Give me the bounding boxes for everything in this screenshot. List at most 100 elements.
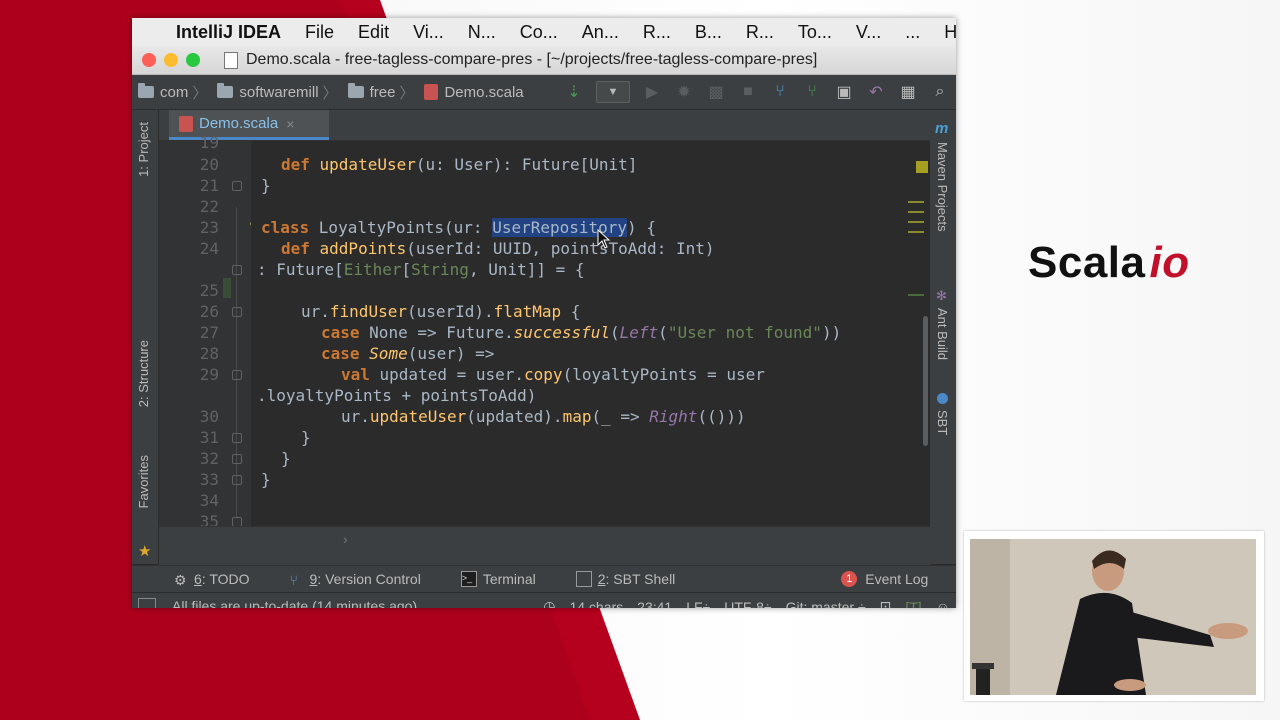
- ant-build-tool-button[interactable]: Ant Build: [935, 308, 950, 360]
- edit-mode-indicator[interactable]: [T]: [905, 599, 921, 609]
- vcs-commit-icon[interactable]: ⑂: [802, 82, 822, 102]
- logo-text: Scala: [1028, 238, 1146, 287]
- fold-marker[interactable]: [232, 307, 242, 317]
- menu-refactor[interactable]: R...: [643, 22, 671, 43]
- line-separator[interactable]: LF÷: [686, 599, 710, 609]
- structure-tool-button[interactable]: 2: Structure: [136, 340, 151, 407]
- breadcrumb-softwaremill[interactable]: softwaremill: [217, 83, 319, 101]
- todo-tool-button[interactable]: ⚙ 6: TODO: [174, 571, 250, 588]
- speaker-video-frame: [970, 539, 1256, 695]
- menu-analyze[interactable]: An...: [582, 22, 619, 43]
- breadcrumb-com[interactable]: com: [138, 83, 188, 101]
- inspection-icon[interactable]: ◷: [543, 598, 555, 608]
- menu-vcs[interactable]: V...: [856, 22, 881, 43]
- breadcrumb-label: free: [369, 83, 396, 101]
- status-widgets: ◷ 14 chars 23:41 LF÷ UTF-8÷ Git: master …: [543, 598, 950, 608]
- menu-run[interactable]: R...: [746, 22, 774, 43]
- menu-app-name[interactable]: IntelliJ IDEA: [176, 22, 281, 43]
- fold-marker[interactable]: [232, 475, 242, 485]
- search-icon[interactable]: ⌕: [930, 82, 950, 102]
- code-line-20: def updateUser(u: User): Future[Unit]: [281, 155, 638, 174]
- code-line-27: case None => Future.successful(Left("Use…: [321, 323, 842, 342]
- zoom-window-button[interactable]: [186, 53, 200, 67]
- menu-tools[interactable]: To...: [798, 22, 832, 43]
- code-line-31: }: [301, 428, 311, 447]
- terminal-tool-button[interactable]: >_ Terminal: [460, 571, 536, 587]
- file-encoding[interactable]: UTF-8÷: [724, 599, 771, 609]
- menu-code[interactable]: Co...: [520, 22, 558, 43]
- git-branch[interactable]: Git: master ÷: [786, 599, 866, 609]
- fold-marker[interactable]: [232, 265, 242, 275]
- breadcrumb-demo-scala[interactable]: Demo.scala: [424, 84, 524, 101]
- menu-file[interactable]: File: [305, 22, 334, 43]
- speaker-video: [964, 531, 1264, 701]
- sort-icon[interactable]: ⇣: [564, 82, 584, 102]
- todo-icon: ⚙: [174, 572, 187, 588]
- code-editor[interactable]: def updateUser(u: User): Future[Unit] } …: [251, 141, 918, 526]
- line-number: 22: [199, 197, 219, 216]
- stop-icon[interactable]: ■: [738, 82, 758, 102]
- event-log-tool-button[interactable]: 1 Event Log: [841, 571, 928, 587]
- revert-icon[interactable]: ↶: [866, 82, 886, 102]
- scroll-right-indicator[interactable]: ›: [343, 531, 348, 547]
- favorites-star-icon: ★: [138, 543, 152, 560]
- breadcrumb-separator: 〉: [322, 84, 338, 102]
- left-tool-strip: 1: Project 2: Structure Favorites ★: [132, 110, 159, 564]
- inspection-status-icon[interactable]: [916, 161, 928, 173]
- vcs-update-icon[interactable]: ⑂: [770, 82, 790, 102]
- maven-icon: m: [935, 120, 949, 137]
- line-number: 33: [199, 470, 219, 489]
- line-number: 32: [199, 449, 219, 468]
- menu-edit[interactable]: Edit: [358, 22, 389, 43]
- menu-build[interactable]: B...: [695, 22, 722, 43]
- line-number: 28: [199, 344, 219, 363]
- lock-icon[interactable]: ⊡: [880, 598, 892, 608]
- breadcrumb-separator: 〉: [192, 84, 208, 102]
- vertical-scrollbar-thumb[interactable]: [923, 316, 928, 446]
- hector-icon[interactable]: ☺: [936, 599, 950, 609]
- menu-navigate[interactable]: N...: [468, 22, 496, 43]
- close-window-button[interactable]: [142, 53, 156, 67]
- favorites-tool-button[interactable]: Favorites: [136, 455, 151, 508]
- toolbar-icons: ⇣ ▼ ▶ ✹ ▩ ■ ⑂ ⑂ ▣ ↶ ▦ ⌕: [564, 81, 950, 103]
- toggle-tool-windows-icon[interactable]: [138, 598, 156, 608]
- editor-breadcrumb-row: ›: [159, 526, 930, 565]
- breadcrumb-free[interactable]: free: [347, 83, 396, 101]
- line-number: 25: [199, 281, 219, 300]
- run-icon[interactable]: ▶: [642, 82, 662, 102]
- fold-marker[interactable]: [232, 454, 242, 464]
- sbt-shell-tool-button[interactable]: 2: SBT Shell: [575, 571, 675, 587]
- menu-window[interactable]: ...: [905, 22, 920, 43]
- coverage-icon[interactable]: ▩: [706, 82, 726, 102]
- close-tab-icon[interactable]: ×: [286, 116, 294, 132]
- debug-icon[interactable]: ✹: [674, 82, 694, 102]
- stripe-mark: [908, 211, 924, 213]
- line-number: 34: [199, 491, 219, 510]
- code-line-24: def addPoints(userId: UUID, pointsToAdd:…: [281, 239, 715, 258]
- fold-marker[interactable]: [232, 181, 242, 191]
- breadcrumb-separator: 〉: [399, 84, 415, 102]
- error-stripe[interactable]: [908, 141, 930, 526]
- minimize-window-button[interactable]: [164, 53, 178, 67]
- code-line-29: val updated = user.copy(loyaltyPoints = …: [341, 365, 765, 384]
- sbt-tool-button[interactable]: SBT: [935, 410, 950, 435]
- vc-num: 9: [309, 571, 318, 587]
- code-line-28: case Some(user) =>: [321, 344, 495, 363]
- menu-view[interactable]: Vi...: [413, 22, 444, 43]
- caret-position[interactable]: 23:41: [637, 599, 672, 609]
- run-config-dropdown[interactable]: ▼: [596, 81, 630, 103]
- menu-help[interactable]: H...: [944, 22, 956, 43]
- vc-label: : Version Control: [317, 571, 421, 587]
- folder-icon: [347, 83, 364, 98]
- project-tool-button[interactable]: 1: Project: [136, 122, 151, 177]
- version-control-tool-button[interactable]: ⑂ 9: Version Control: [290, 571, 421, 588]
- fold-marker[interactable]: [232, 370, 242, 380]
- sbt-icon: [937, 393, 948, 404]
- line-number: 19: [199, 133, 219, 152]
- vcs-history-icon[interactable]: ▣: [834, 82, 854, 102]
- project-structure-icon[interactable]: ▦: [898, 82, 918, 102]
- fold-marker[interactable]: [232, 433, 242, 443]
- maven-projects-tool-button[interactable]: Maven Projects: [935, 142, 950, 232]
- event-log-badge: 1: [841, 571, 858, 587]
- editor-tab-bar: Demo.scala ×: [159, 110, 930, 141]
